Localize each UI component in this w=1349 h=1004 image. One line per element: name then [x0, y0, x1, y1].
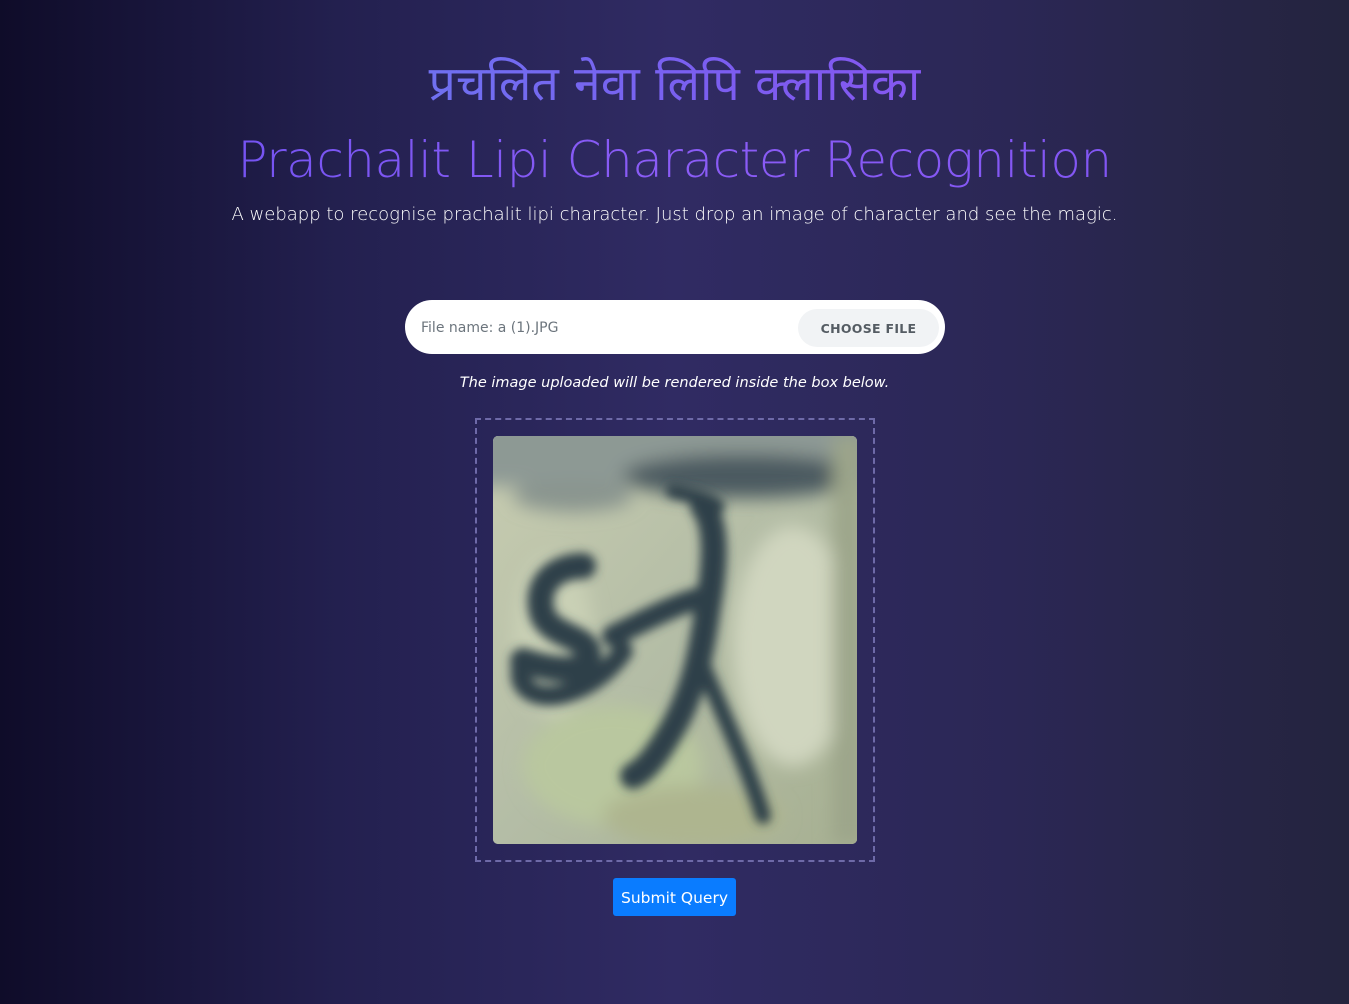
upload-hint: The image uploaded will be rendered insi…	[459, 375, 890, 391]
image-preview-box	[475, 418, 875, 862]
uploaded-character-image	[493, 436, 857, 844]
page: प्रचलित नेवा लिपि क्लासिका Prachalit Lip…	[0, 0, 1349, 1004]
choose-file-button[interactable]: CHOOSE FILE	[798, 309, 939, 347]
page-subtitle: A webapp to recognise prachalit lipi cha…	[231, 204, 1118, 225]
character-image-drawing	[493, 436, 857, 844]
file-name-label: File name: a (1).JPG	[421, 320, 559, 336]
page-title-native: प्रचलित नेवा लिपि क्लासिका	[0, 52, 1349, 116]
file-input[interactable]: File name: a (1).JPG CHOOSE FILE	[405, 300, 945, 354]
submit-query-button[interactable]: Submit Query	[613, 878, 736, 916]
page-title: Prachalit Lipi Character Recognition	[0, 128, 1349, 192]
